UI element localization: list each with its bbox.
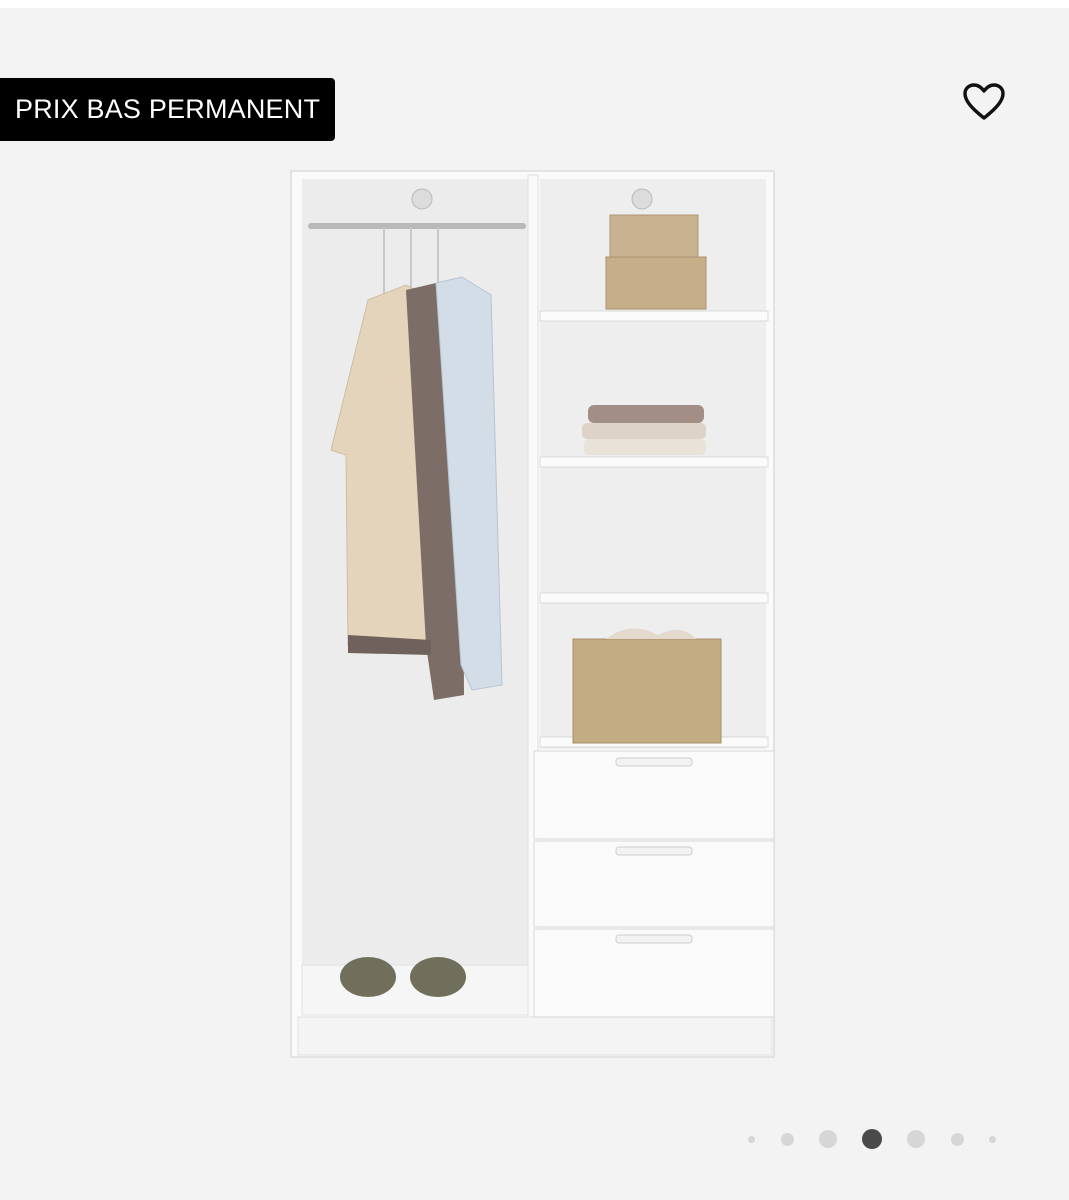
carousel-dot[interactable] [950,1132,964,1146]
heart-outline-icon [963,83,1005,120]
product-image[interactable] [286,165,786,1065]
carousel-dot[interactable] [988,1135,996,1143]
carousel-pagination [738,1123,1008,1155]
wardrobe-illustration [290,170,775,1058]
favorite-button[interactable] [958,78,1010,126]
carousel-dot[interactable] [819,1130,837,1148]
top-strip [0,0,1069,8]
promo-badge: PRIX BAS PERMANENT [0,78,336,141]
carousel-dot[interactable] [780,1132,794,1146]
carousel-dot[interactable] [862,1129,882,1149]
carousel-dot[interactable] [907,1130,925,1148]
carousel-dot[interactable] [747,1135,755,1143]
promo-badge-label: PRIX BAS PERMANENT [15,94,321,124]
